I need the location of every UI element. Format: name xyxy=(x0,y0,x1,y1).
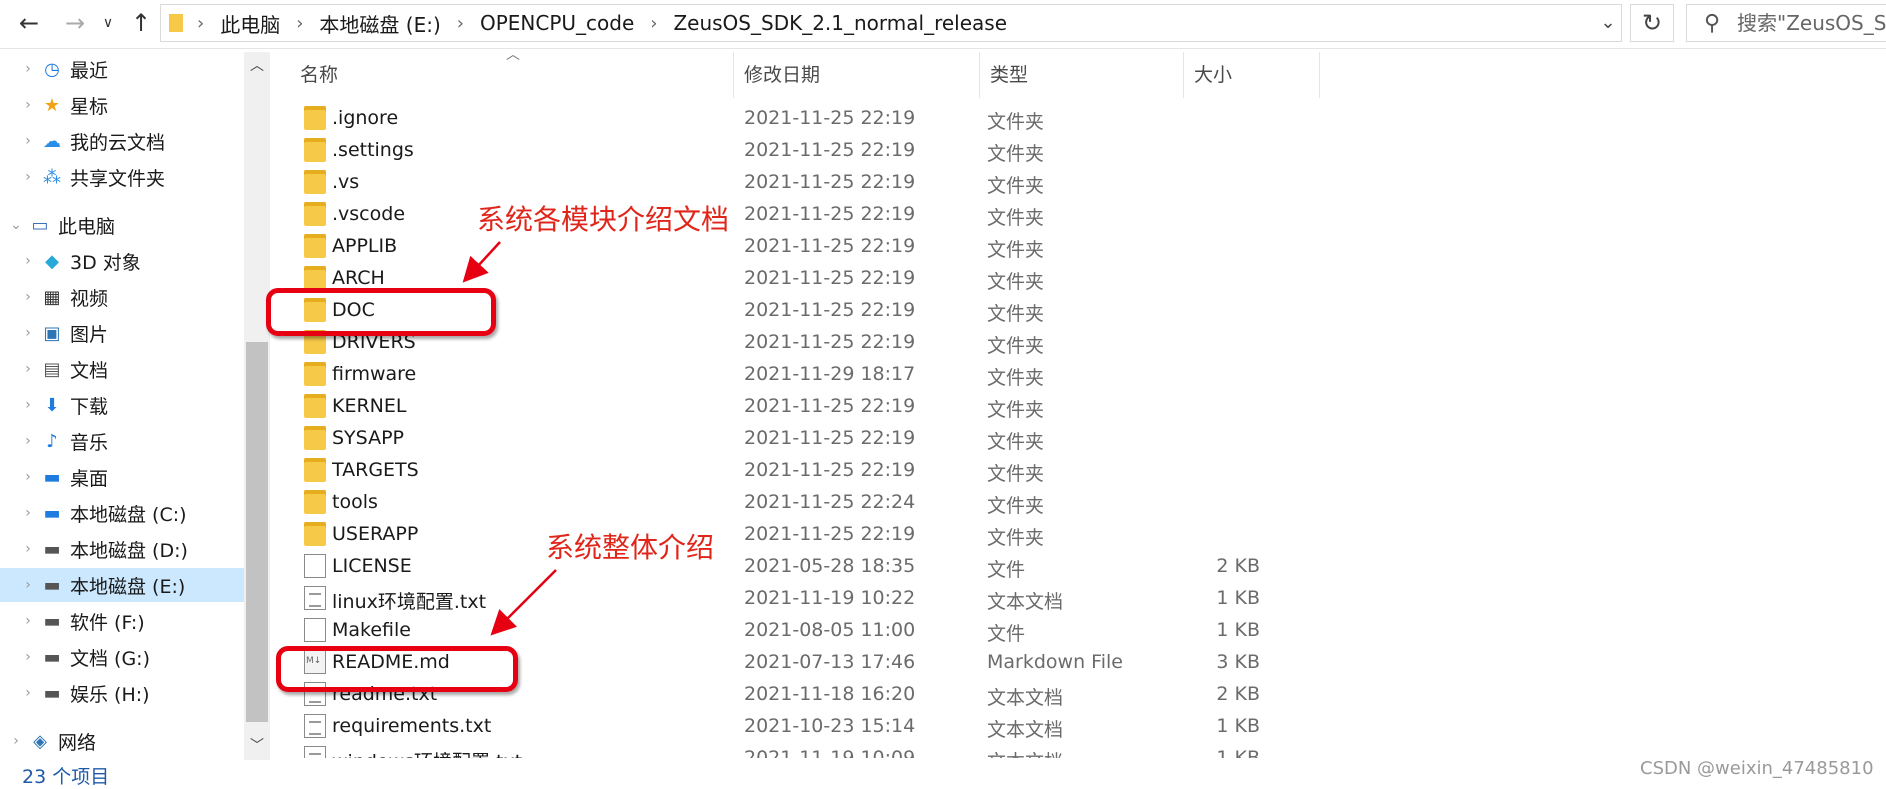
annotation-arrow xyxy=(462,241,501,283)
watermark: CSDN @weixin_47485810 xyxy=(1640,758,1874,779)
annotation-doc-note: 系统各模块介绍文档 xyxy=(477,203,730,236)
highlight-box-readme xyxy=(276,646,518,692)
annotation-readme-note: 系统整体介绍 xyxy=(546,531,715,564)
status-item-count: 23 个项目 xyxy=(22,766,110,788)
highlight-box-doc xyxy=(266,288,496,336)
annotation-arrow xyxy=(490,569,557,636)
